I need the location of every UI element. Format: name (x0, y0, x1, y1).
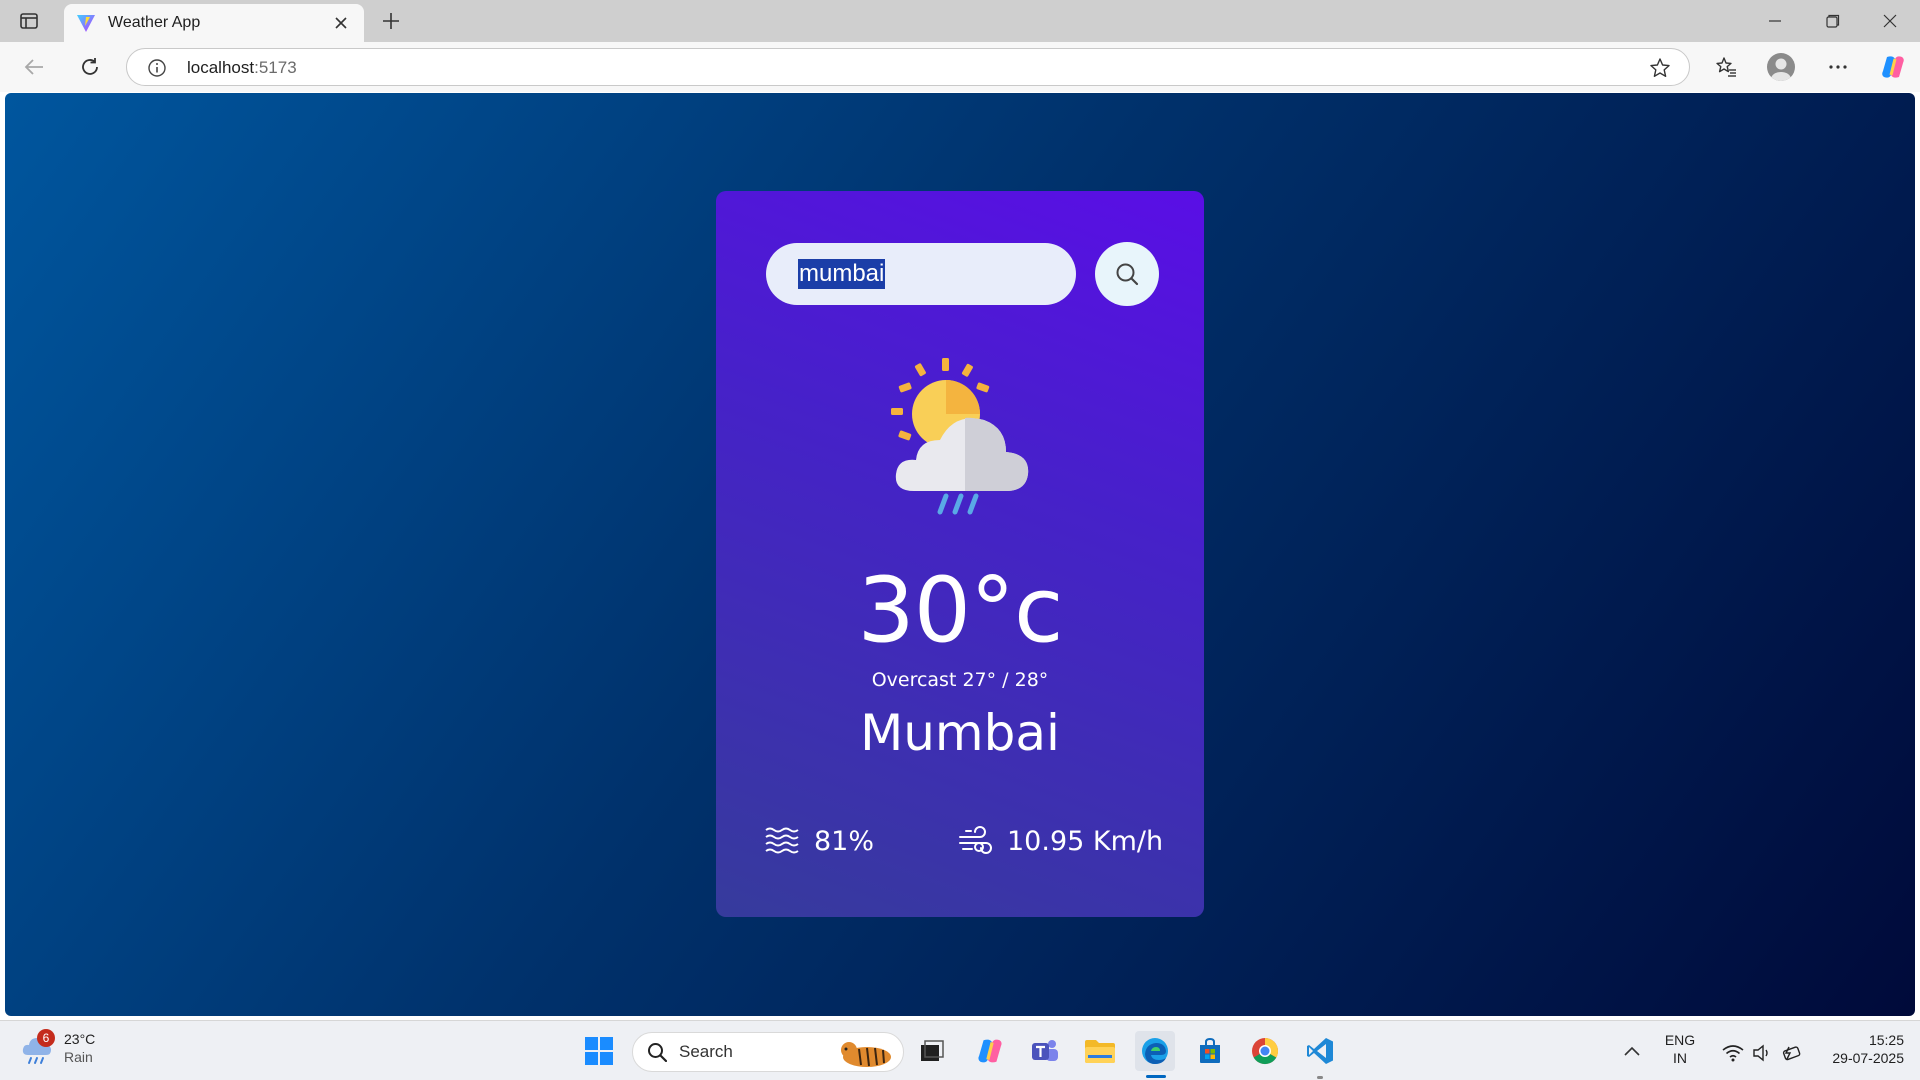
start-button[interactable] (579, 1031, 619, 1071)
restore-button[interactable] (1805, 0, 1861, 42)
info-icon[interactable] (147, 58, 167, 78)
store-button[interactable] (1190, 1031, 1230, 1071)
city-search-input[interactable]: mumbai (766, 243, 1076, 305)
taskbar-weather-widget[interactable]: 6 23°C Rain (20, 1029, 95, 1067)
vscode-running-indicator (1317, 1076, 1323, 1079)
chrome-icon (1252, 1038, 1279, 1065)
temperature: 30°c (857, 558, 1063, 663)
wind-stat: 10.95 Km/h (957, 821, 1163, 861)
more-menu-button[interactable] (1822, 51, 1854, 83)
minimize-icon (1769, 20, 1781, 22)
favorites-button[interactable] (1710, 51, 1742, 83)
tab-strip: Weather App (0, 0, 1920, 42)
file-explorer-button[interactable] (1080, 1031, 1120, 1071)
clock-date: 29-07-2025 (1832, 1050, 1904, 1066)
clock[interactable]: 15:25 29-07-2025 (1814, 1031, 1904, 1067)
back-arrow-icon (24, 59, 43, 75)
chevron-up-icon (1624, 1046, 1640, 1056)
search-icon (1116, 263, 1139, 286)
tab-close-icon[interactable] (330, 12, 352, 34)
folder-icon (1085, 1040, 1115, 1063)
url-text: localhost:5173 (187, 58, 297, 78)
teams-icon (1032, 1040, 1058, 1061)
chrome-button[interactable] (1245, 1031, 1285, 1071)
favorite-star-icon[interactable] (1649, 57, 1671, 79)
favorites-list-icon (1716, 57, 1736, 77)
taskbar-search[interactable]: Search (632, 1032, 904, 1072)
wifi-icon (1722, 1045, 1744, 1062)
new-tab-button[interactable] (378, 8, 404, 34)
copilot-taskbar-button[interactable] (970, 1031, 1010, 1071)
close-window-button[interactable] (1862, 0, 1918, 42)
taskbar-weather-temp: 23°C (64, 1031, 96, 1047)
search-input-value: mumbai (798, 259, 886, 289)
minimize-button[interactable] (1747, 0, 1803, 42)
close-icon (1883, 14, 1897, 28)
tab-actions-icon (20, 13, 38, 29)
refresh-icon (82, 58, 98, 75)
page-viewport: mumbai 30°c Overcast 27° / 28° Mumbai 81… (5, 93, 1915, 1016)
browser-toolbar: localhost:5173 (0, 42, 1920, 92)
language-code: ENG (1664, 1032, 1696, 1048)
edge-button[interactable] (1135, 1031, 1175, 1071)
tab-actions-button[interactable] (16, 9, 42, 33)
tray-overflow-button[interactable] (1612, 1031, 1652, 1071)
edge-active-indicator (1146, 1075, 1166, 1078)
windows-logo-icon (585, 1037, 613, 1065)
task-view-icon (921, 1040, 944, 1061)
plus-icon (383, 13, 399, 29)
region-code: IN (1673, 1050, 1687, 1066)
url-host: localhost (187, 58, 255, 77)
profile-avatar[interactable] (1767, 53, 1795, 81)
vscode-icon (1307, 1038, 1333, 1064)
quick-settings-button[interactable] (1712, 1033, 1812, 1073)
humidity-wave-icon (764, 823, 800, 859)
taskbar-weather-desc: Rain (64, 1049, 93, 1065)
weather-description: Overcast 27° / 28° (871, 669, 1049, 691)
copilot-icon (978, 1039, 1002, 1063)
search-button[interactable] (1095, 242, 1159, 306)
battery-charging-icon (1782, 1046, 1801, 1061)
taskbar: 6 23°C Rain Search ENG IN 15:25 29-07-20… (0, 1020, 1920, 1080)
back-button[interactable] (18, 51, 50, 83)
humidity-value: 81% (814, 825, 875, 857)
more-dots-icon (1829, 65, 1847, 69)
rain-cloud-icon: 6 (20, 1029, 58, 1067)
vite-favicon-icon (76, 13, 96, 33)
edge-icon (1142, 1038, 1168, 1064)
city-name: Mumbai (860, 704, 1060, 762)
volume-icon (1753, 1044, 1768, 1062)
search-highlight-tiger-icon (841, 1042, 891, 1067)
address-bar[interactable]: localhost:5173 (126, 48, 1690, 86)
humidity-stat: 81% (764, 821, 874, 861)
weather-badge: 6 (37, 1029, 55, 1047)
wind-speed-value: 10.95 Km/h (1007, 825, 1164, 857)
refresh-button[interactable] (74, 51, 106, 83)
url-port: :5173 (254, 58, 297, 77)
store-icon (1200, 1037, 1220, 1063)
teams-button[interactable] (1025, 1031, 1065, 1071)
copilot-button[interactable] (1877, 51, 1909, 83)
taskbar-search-label: Search (679, 1042, 733, 1061)
profile-icon (1771, 58, 1791, 81)
weather-card: mumbai 30°c Overcast 27° / 28° Mumbai 81… (716, 191, 1204, 917)
restore-icon (1826, 14, 1840, 28)
wind-icon (957, 823, 993, 859)
sun-cloud-rain-icon (891, 358, 1029, 515)
task-view-button[interactable] (912, 1031, 952, 1071)
search-icon (648, 1043, 667, 1062)
copilot-icon (1882, 56, 1904, 78)
language-indicator[interactable]: ENG IN (1660, 1031, 1700, 1067)
vscode-button[interactable] (1300, 1031, 1340, 1071)
clock-time: 15:25 (1868, 1032, 1904, 1048)
tab-weather-app[interactable]: Weather App (64, 4, 364, 42)
tab-title: Weather App (108, 14, 201, 31)
